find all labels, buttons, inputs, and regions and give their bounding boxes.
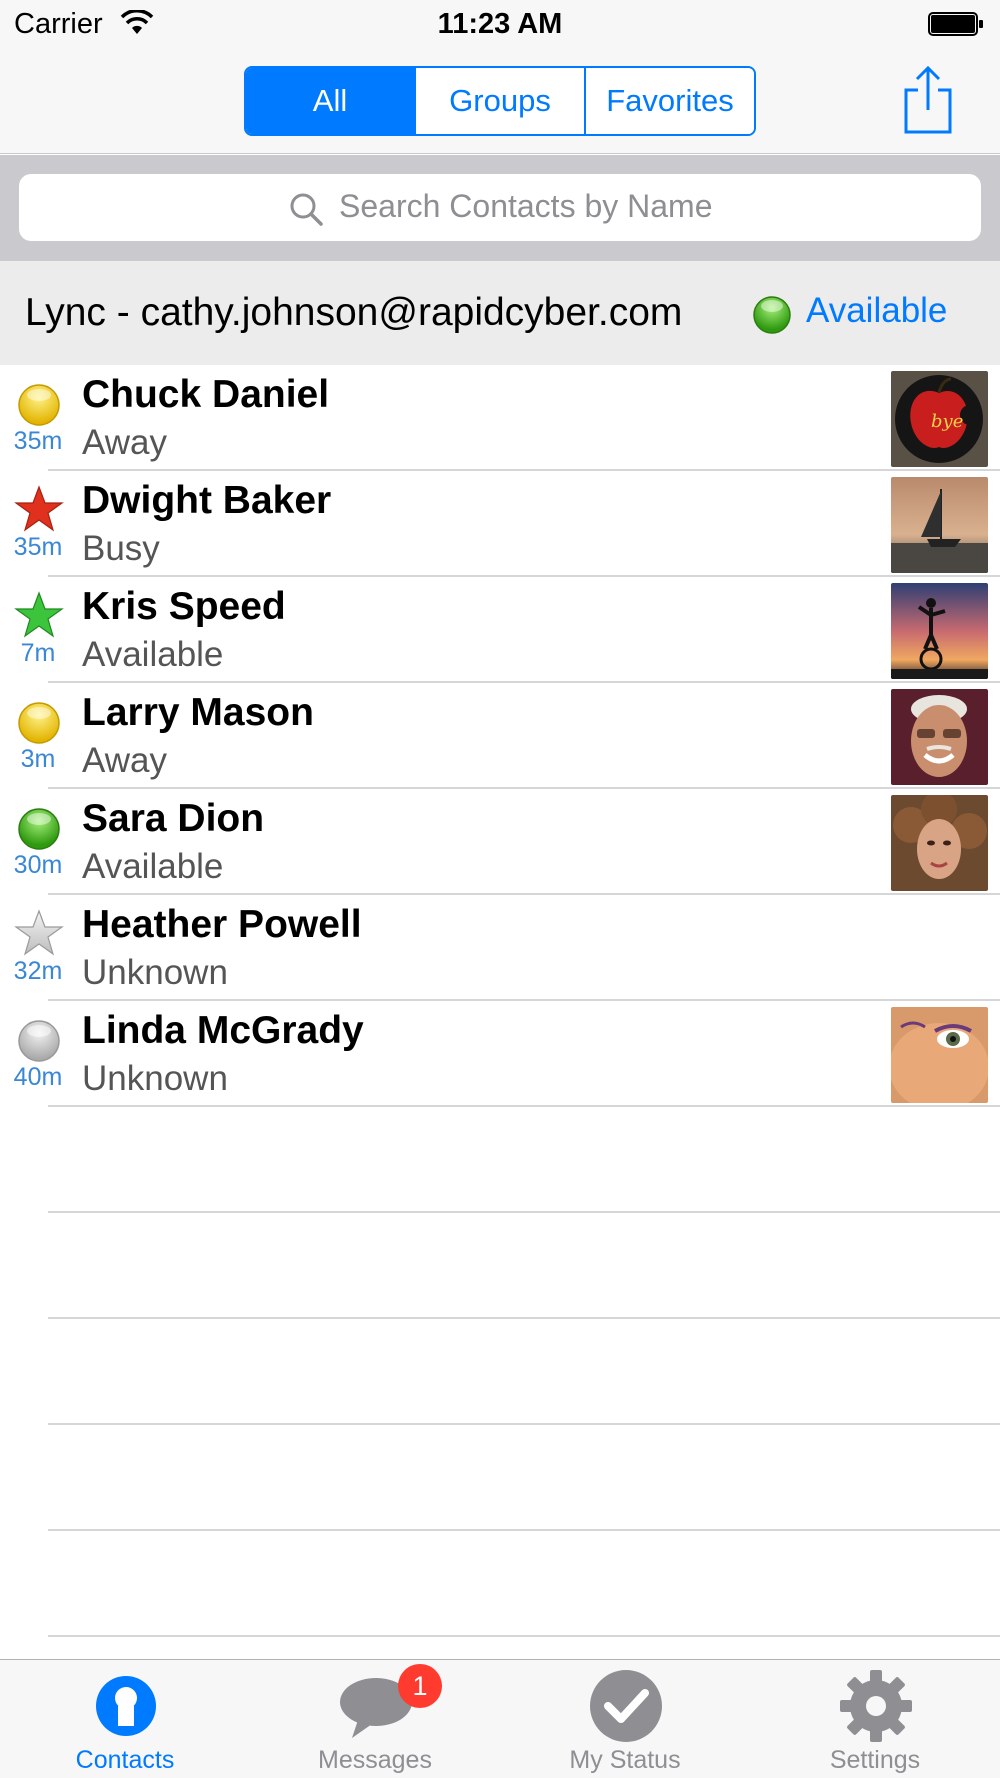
settings-icon — [840, 1670, 912, 1742]
unknown-dot-icon — [18, 1020, 60, 1062]
contact-name: Dwight Baker — [82, 479, 332, 522]
empty-row — [0, 1107, 1000, 1213]
busy-star-icon — [14, 485, 64, 532]
search-input[interactable]: Search Contacts by Name — [19, 174, 981, 241]
status-time: 11:23 AM — [437, 8, 563, 40]
segment-favorites[interactable]: Favorites — [584, 68, 754, 134]
account-status-dot-icon — [753, 296, 791, 334]
away-dot-icon — [18, 384, 60, 426]
last-seen-time: 32m — [13, 957, 63, 985]
contact-row[interactable]: 35m Dwight Baker Busy — [0, 471, 1000, 577]
contact-row[interactable]: 32m Heather Powell Unknown — [0, 895, 1000, 1001]
search-icon — [290, 193, 323, 226]
contact-name: Chuck Daniel — [82, 373, 330, 416]
contact-row[interactable]: 7m Kris Speed Available — [0, 577, 1000, 683]
status-bar: Carrier 11:23 AM — [0, 0, 1000, 50]
row-separator — [48, 1635, 1000, 1637]
account-header[interactable]: Lync - cathy.johnson@rapidcyber.com Avai… — [0, 261, 1000, 365]
last-seen-time: 35m — [13, 533, 63, 561]
tab-messages[interactable]: 1 Messages — [250, 1660, 500, 1778]
last-seen-time: 7m — [20, 639, 56, 667]
my-status-icon — [590, 1670, 662, 1742]
contact-status: Available — [82, 635, 224, 674]
tab-label: My Status — [569, 1746, 681, 1774]
navigation-bar: All Groups Favorites — [0, 50, 1000, 154]
contact-photo — [891, 583, 988, 679]
tab-bar: Contacts 1 Messages My Status Settings — [0, 1659, 1000, 1778]
contact-status: Unknown — [82, 1059, 228, 1098]
contact-row[interactable]: 40m Linda McGrady Unknown — [0, 1001, 1000, 1107]
empty-row — [0, 1531, 1000, 1637]
contact-status: Busy — [82, 529, 160, 568]
contact-status: Away — [82, 741, 167, 780]
search-bar: Search Contacts by Name — [0, 155, 1000, 261]
available-dot-icon — [18, 808, 60, 850]
contacts-icon — [96, 1676, 156, 1736]
contact-row[interactable]: 3m Larry Mason Away — [0, 683, 1000, 789]
contact-status: Unknown — [82, 953, 228, 992]
tab-my-status[interactable]: My Status — [500, 1660, 750, 1778]
last-seen-time: 35m — [13, 427, 63, 455]
account-status[interactable]: Available — [806, 291, 947, 331]
last-seen-time: 40m — [13, 1063, 63, 1091]
filter-segmented-control: All Groups Favorites — [244, 66, 756, 136]
tab-label: Settings — [829, 1746, 921, 1774]
contact-status: Away — [82, 423, 167, 462]
unknown-star-icon — [14, 909, 64, 956]
empty-row — [0, 1319, 1000, 1425]
contact-photo — [891, 1007, 988, 1103]
tab-settings[interactable]: Settings — [750, 1660, 1000, 1778]
contact-photo — [891, 795, 988, 891]
contacts-list: 35m Chuck Daniel Away bye 35m Dwight Bak… — [0, 365, 1000, 1637]
empty-row — [0, 1213, 1000, 1319]
tab-contacts[interactable]: Contacts — [0, 1660, 250, 1778]
away-dot-icon — [18, 702, 60, 744]
svg-text:bye: bye — [931, 411, 963, 432]
contact-name: Larry Mason — [82, 691, 314, 734]
contact-photo — [891, 477, 988, 573]
contact-status: Available — [82, 847, 224, 886]
search-placeholder: Search Contacts by Name — [339, 188, 713, 224]
segment-all[interactable]: All — [246, 68, 414, 134]
contact-name: Linda McGrady — [82, 1009, 364, 1052]
empty-row — [0, 1425, 1000, 1531]
contact-name: Kris Speed — [82, 585, 286, 628]
tab-label: Contacts — [75, 1746, 175, 1774]
last-seen-time: 3m — [20, 745, 56, 773]
contact-row[interactable]: 35m Chuck Daniel Away bye — [0, 365, 1000, 471]
contact-name: Heather Powell — [82, 903, 362, 946]
share-icon[interactable] — [900, 64, 956, 136]
contact-name: Sara Dion — [82, 797, 265, 840]
segment-groups[interactable]: Groups — [414, 68, 584, 134]
contact-photo — [891, 689, 988, 785]
account-label: Lync - cathy.johnson@rapidcyber.com — [25, 291, 683, 334]
contact-photo: bye — [891, 371, 988, 467]
battery-icon — [928, 12, 983, 36]
tab-label: Messages — [318, 1746, 432, 1774]
available-star-icon — [14, 591, 64, 638]
contact-row[interactable]: 30m Sara Dion Available — [0, 789, 1000, 895]
unread-badge: 1 — [398, 1664, 442, 1708]
last-seen-time: 30m — [13, 851, 63, 879]
